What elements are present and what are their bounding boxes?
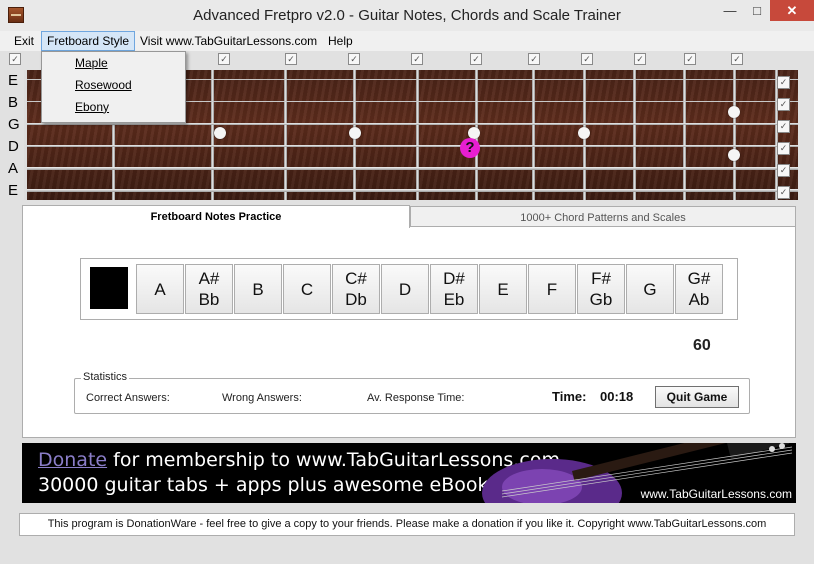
string-checkbox[interactable]: ✓ [777, 98, 790, 111]
fret-wire [633, 70, 636, 200]
window-title: Advanced Fretpro v2.0 - Guitar Notes, Ch… [193, 7, 621, 24]
fret-checkbox[interactable]: ✓ [470, 53, 482, 65]
fret-wire [532, 70, 535, 200]
note-label-alt: Eb [443, 290, 465, 309]
note-label: B [252, 279, 264, 299]
note-button-f-sharp[interactable]: F# Gb [577, 264, 625, 314]
menu-visit-site[interactable]: Visit www.TabGuitarLessons.com [135, 32, 322, 50]
string-checkbox[interactable]: ✓ [777, 120, 790, 133]
string-label: E [8, 182, 19, 199]
menu-help[interactable]: Help [323, 32, 358, 50]
note-button-g[interactable]: G [626, 264, 674, 314]
tab-fretboard-notes-practice[interactable]: Fretboard Notes Practice [22, 205, 410, 228]
fret-wire [284, 70, 287, 200]
note-label: F# [591, 269, 611, 288]
string-label: G [8, 116, 20, 133]
wrong-answers-label: Wrong Answers: [222, 392, 302, 404]
note-label: A# [198, 269, 220, 288]
guitar-string [27, 123, 798, 125]
string-label: D [8, 138, 19, 155]
fret-checkbox[interactable]: ✓ [411, 53, 423, 65]
note-label: G# [687, 269, 711, 288]
fret-wire [683, 70, 686, 200]
fret-checkbox[interactable]: ✓ [634, 53, 646, 65]
note-label: D [398, 279, 412, 299]
quit-game-button[interactable]: Quit Game [655, 386, 739, 408]
question-note-marker: ? [460, 138, 480, 158]
close-button[interactable]: ✕ [770, 0, 814, 21]
menu-exit[interactable]: Exit [9, 32, 39, 50]
dropdown-item-rosewood[interactable]: Rosewood [42, 74, 185, 96]
string-checkbox[interactable]: ✓ [777, 76, 790, 89]
note-button-a-sharp[interactable]: A# Bb [185, 264, 233, 314]
fret-checkbox[interactable]: ✓ [528, 53, 540, 65]
correct-answers-label: Correct Answers: [86, 392, 170, 404]
note-button-g-sharp[interactable]: G# Ab [675, 264, 723, 314]
note-button-f[interactable]: F [528, 264, 576, 314]
fret-checkbox[interactable]: ✓ [218, 53, 230, 65]
avg-response-time-label: Av. Response Time: [367, 392, 465, 404]
note-button-e[interactable]: E [479, 264, 527, 314]
footer-status: This program is DonationWare - feel free… [19, 513, 795, 536]
string-label: B [8, 94, 19, 111]
menu-fretboard-style[interactable]: Fretboard Style [41, 31, 136, 51]
countdown-counter: 60 [693, 337, 711, 354]
note-button-c[interactable]: C [283, 264, 331, 314]
note-label: C# [345, 269, 367, 288]
string-label: A [8, 160, 19, 177]
fret-wire [733, 70, 736, 200]
fret-checkbox[interactable]: ✓ [285, 53, 297, 65]
fret-wire [416, 70, 419, 200]
fretboard-style-dropdown: Maple Rosewood Ebony [41, 51, 186, 123]
banner-url: www.TabGuitarLessons.com [640, 487, 792, 501]
time-value: 00:18 [600, 389, 634, 404]
note-indicator-swatch [90, 267, 128, 309]
guitar-string [27, 189, 798, 192]
string-checkbox[interactable]: ✓ [777, 142, 790, 155]
fret-wire [775, 70, 778, 200]
note-label-alt: Ab [688, 290, 710, 309]
banner-line-2: 30000 guitar tabs + apps plus awesome eB… [38, 474, 489, 496]
note-label: C [300, 279, 314, 299]
note-label: F [546, 279, 558, 299]
fret-marker-dot [578, 127, 590, 139]
note-label-alt: Gb [589, 290, 613, 309]
fret-marker-dot [728, 149, 740, 161]
note-label: G [643, 279, 657, 299]
fret-checkbox[interactable]: ✓ [348, 53, 360, 65]
fret-marker-dot [728, 106, 740, 118]
note-button-d[interactable]: D [381, 264, 429, 314]
title-bar: Advanced Fretpro v2.0 - Guitar Notes, Ch… [0, 0, 814, 32]
time-label: Time: [552, 389, 587, 404]
note-label: E [497, 279, 509, 299]
note-button-c-sharp[interactable]: C# Db [332, 264, 380, 314]
donate-banner[interactable]: Donate for membership to www.TabGuitarLe… [22, 443, 796, 503]
note-button-d-sharp[interactable]: D# Eb [430, 264, 478, 314]
string-checkbox[interactable]: ✓ [777, 164, 790, 177]
donate-link[interactable]: Donate [38, 449, 107, 471]
dropdown-item-maple[interactable]: Maple [42, 52, 185, 74]
menu-bar: Exit Fretboard Style Visit www.TabGuitar… [0, 31, 814, 51]
fret-checkbox[interactable]: ✓ [684, 53, 696, 65]
guitar-string [27, 145, 798, 147]
note-button-b[interactable]: B [234, 264, 282, 314]
tab-chord-patterns-scales[interactable]: 1000+ Chord Patterns and Scales [410, 206, 796, 228]
note-button-a[interactable]: A [136, 264, 184, 314]
string-checkbox[interactable]: ✓ [777, 186, 790, 199]
string-label: E [8, 72, 19, 89]
dropdown-item-ebony[interactable]: Ebony [42, 96, 185, 118]
statistics-title: Statistics [81, 371, 130, 383]
note-label-alt: Bb [198, 290, 220, 309]
guitar-string [27, 167, 798, 170]
fret-marker-dot [349, 127, 361, 139]
fret-checkbox[interactable]: ✓ [731, 53, 743, 65]
fret-checkbox[interactable]: ✓ [9, 53, 21, 65]
note-label-alt: Db [345, 290, 367, 309]
fret-marker-dot [214, 127, 226, 139]
maximize-button[interactable]: □ [744, 0, 770, 21]
minimize-button[interactable]: — [716, 0, 744, 21]
note-label: A [154, 279, 166, 299]
note-label: D# [443, 269, 465, 288]
fret-checkbox[interactable]: ✓ [581, 53, 593, 65]
